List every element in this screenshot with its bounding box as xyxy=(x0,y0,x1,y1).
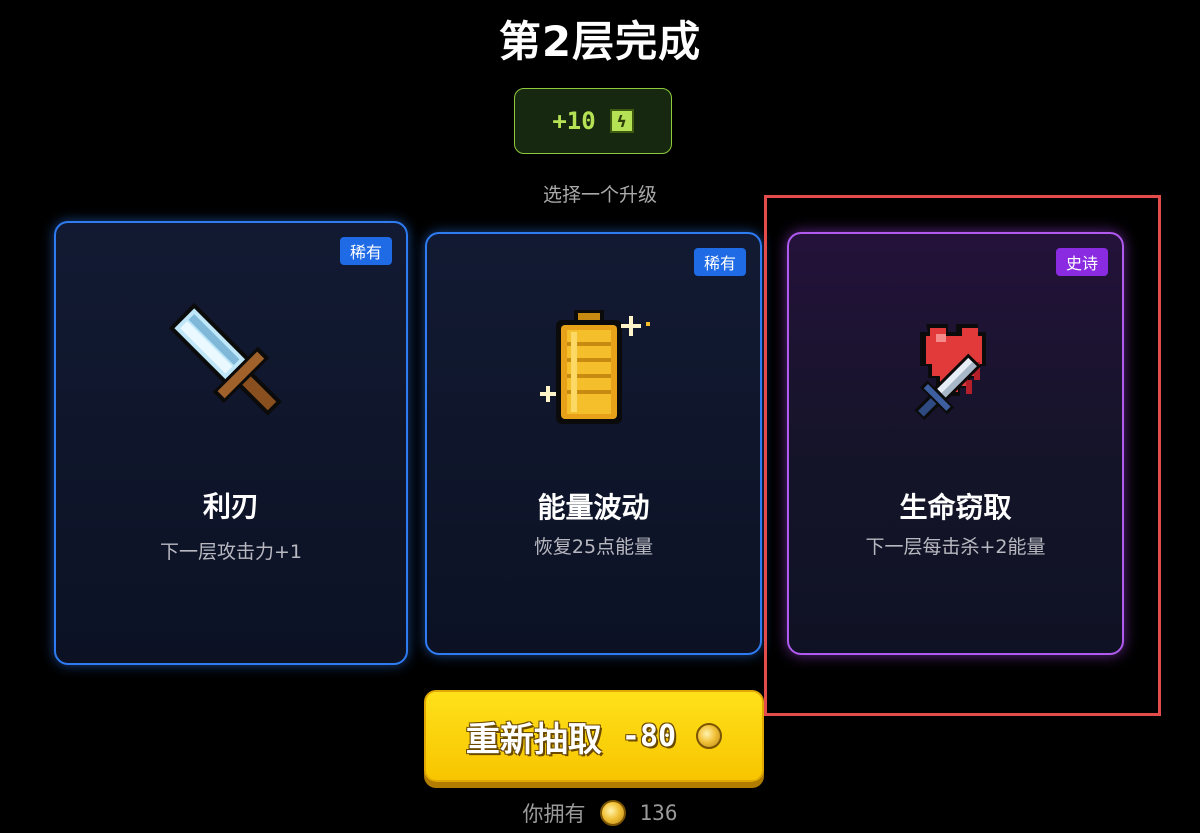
battery-icon xyxy=(539,310,650,424)
card-description: 恢复25点能量 xyxy=(533,536,654,558)
selection-highlight xyxy=(764,195,1161,716)
sword-icon xyxy=(168,302,282,416)
coin-count: 136 xyxy=(639,801,678,825)
card-name: 利刃 xyxy=(202,490,259,523)
energy-icon: ϟ xyxy=(609,109,634,133)
card-name: 能量波动 xyxy=(537,491,650,524)
reward-amount: +10 xyxy=(552,107,596,135)
coin-icon xyxy=(696,723,723,749)
upgrade-card-energy-surge[interactable]: 稀有 能量波动 恢复25点能量 xyxy=(425,232,762,655)
coin-icon xyxy=(599,800,626,826)
level-complete-title: 第2层完成 xyxy=(498,17,702,66)
reroll-cost: -80 xyxy=(621,718,677,754)
card-description: 下一层攻击力+1 xyxy=(159,541,302,563)
rarity-badge: 稀有 xyxy=(693,248,746,276)
upgrade-card-sharp-blade[interactable]: 稀有 利刃 下一层攻击力+1 xyxy=(54,221,408,665)
reroll-button[interactable]: 重新抽取 -80 xyxy=(424,690,764,782)
owned-label: 你拥有 xyxy=(522,802,586,826)
energy-reward: +10 ϟ xyxy=(514,88,672,154)
reroll-label: 重新抽取 xyxy=(465,719,602,760)
coin-balance: 你拥有 136 xyxy=(0,798,1200,828)
rarity-badge: 稀有 xyxy=(339,237,392,265)
